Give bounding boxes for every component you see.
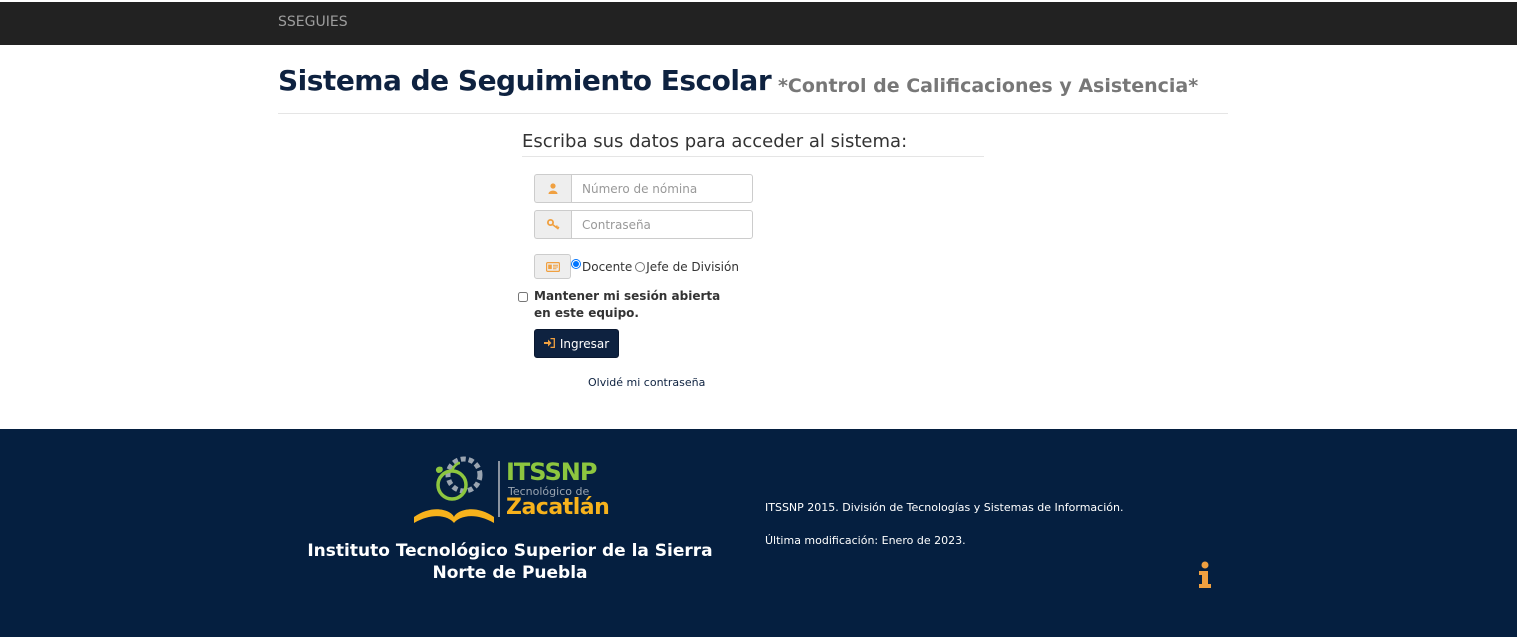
key-icon <box>534 210 571 239</box>
role-option-jefe[interactable]: Jefe de División <box>635 260 739 274</box>
forgot-password-link[interactable]: Olvidé mi contraseña <box>588 376 705 389</box>
login-button[interactable]: Ingresar <box>534 329 619 358</box>
password-input[interactable] <box>571 210 753 239</box>
role-selector: Docente Jefe de División <box>534 254 739 279</box>
remember-label: Mantener mi sesión abierta en este equip… <box>534 289 721 320</box>
user-icon <box>534 174 571 203</box>
username-input[interactable] <box>571 174 753 203</box>
footer-copyright: ITSSNP 2015. División de Tecnologías y S… <box>765 501 1124 514</box>
logo-divider <box>498 461 500 517</box>
password-input-group <box>534 210 753 239</box>
remember-checkbox[interactable] <box>518 292 528 302</box>
role-radio-jefe[interactable] <box>635 261 646 272</box>
logo-itssnp-text: ITSSNP <box>506 458 597 486</box>
info-icon[interactable] <box>1196 560 1214 590</box>
role-label-jefe: Jefe de División <box>646 259 739 274</box>
footer-last-modified: Última modificación: Enero de 2023. <box>765 534 966 547</box>
institution-name: Instituto Tecnológico Superior de la Sie… <box>307 541 713 583</box>
logo-zacatlan-text: Zacatlán <box>506 495 610 520</box>
page-subtitle: *Control de Calificaciones y Asistencia* <box>778 75 1199 97</box>
navbar-brand-link[interactable]: SSEGUIES <box>278 14 348 30</box>
username-input-group <box>534 174 753 203</box>
itssnp-logo: ITSSNP Tecnológico de Zacatlán <box>412 455 612 525</box>
login-form-heading: Escriba sus datos para acceder al sistem… <box>522 131 984 157</box>
page-title: Sistema de Seguimiento Escolar <box>278 64 772 97</box>
role-radio-docente[interactable] <box>571 258 581 269</box>
apple-book-emblem <box>414 456 494 523</box>
footer <box>0 429 1517 637</box>
role-option-docente[interactable]: Docente <box>571 258 633 274</box>
id-card-icon <box>534 254 571 279</box>
sign-in-icon <box>543 337 555 351</box>
top-navbar: SSEGUIES <box>0 2 1517 45</box>
login-button-label: Ingresar <box>559 336 610 351</box>
remember-session[interactable]: Mantener mi sesión abierta en este equip… <box>518 288 738 322</box>
role-label-docente: Docente <box>582 259 633 274</box>
page-header: Sistema de Seguimiento Escolar *Control … <box>278 64 1228 114</box>
